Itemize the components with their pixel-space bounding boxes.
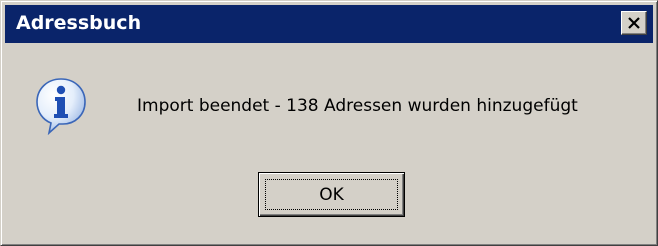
title-bar[interactable]: Adressbuch — [5, 5, 653, 43]
close-icon — [628, 17, 640, 29]
ok-button-label: OK — [319, 184, 344, 205]
dialog-message: Import beendet - 138 Adressen wurden hin… — [137, 96, 578, 116]
window-title: Adressbuch — [16, 12, 142, 34]
close-button[interactable] — [621, 11, 647, 35]
ok-button[interactable]: OK — [258, 172, 405, 217]
message-dialog: Adressbuch Import beendet - 138 Adressen… — [0, 0, 658, 246]
information-icon — [36, 78, 86, 135]
